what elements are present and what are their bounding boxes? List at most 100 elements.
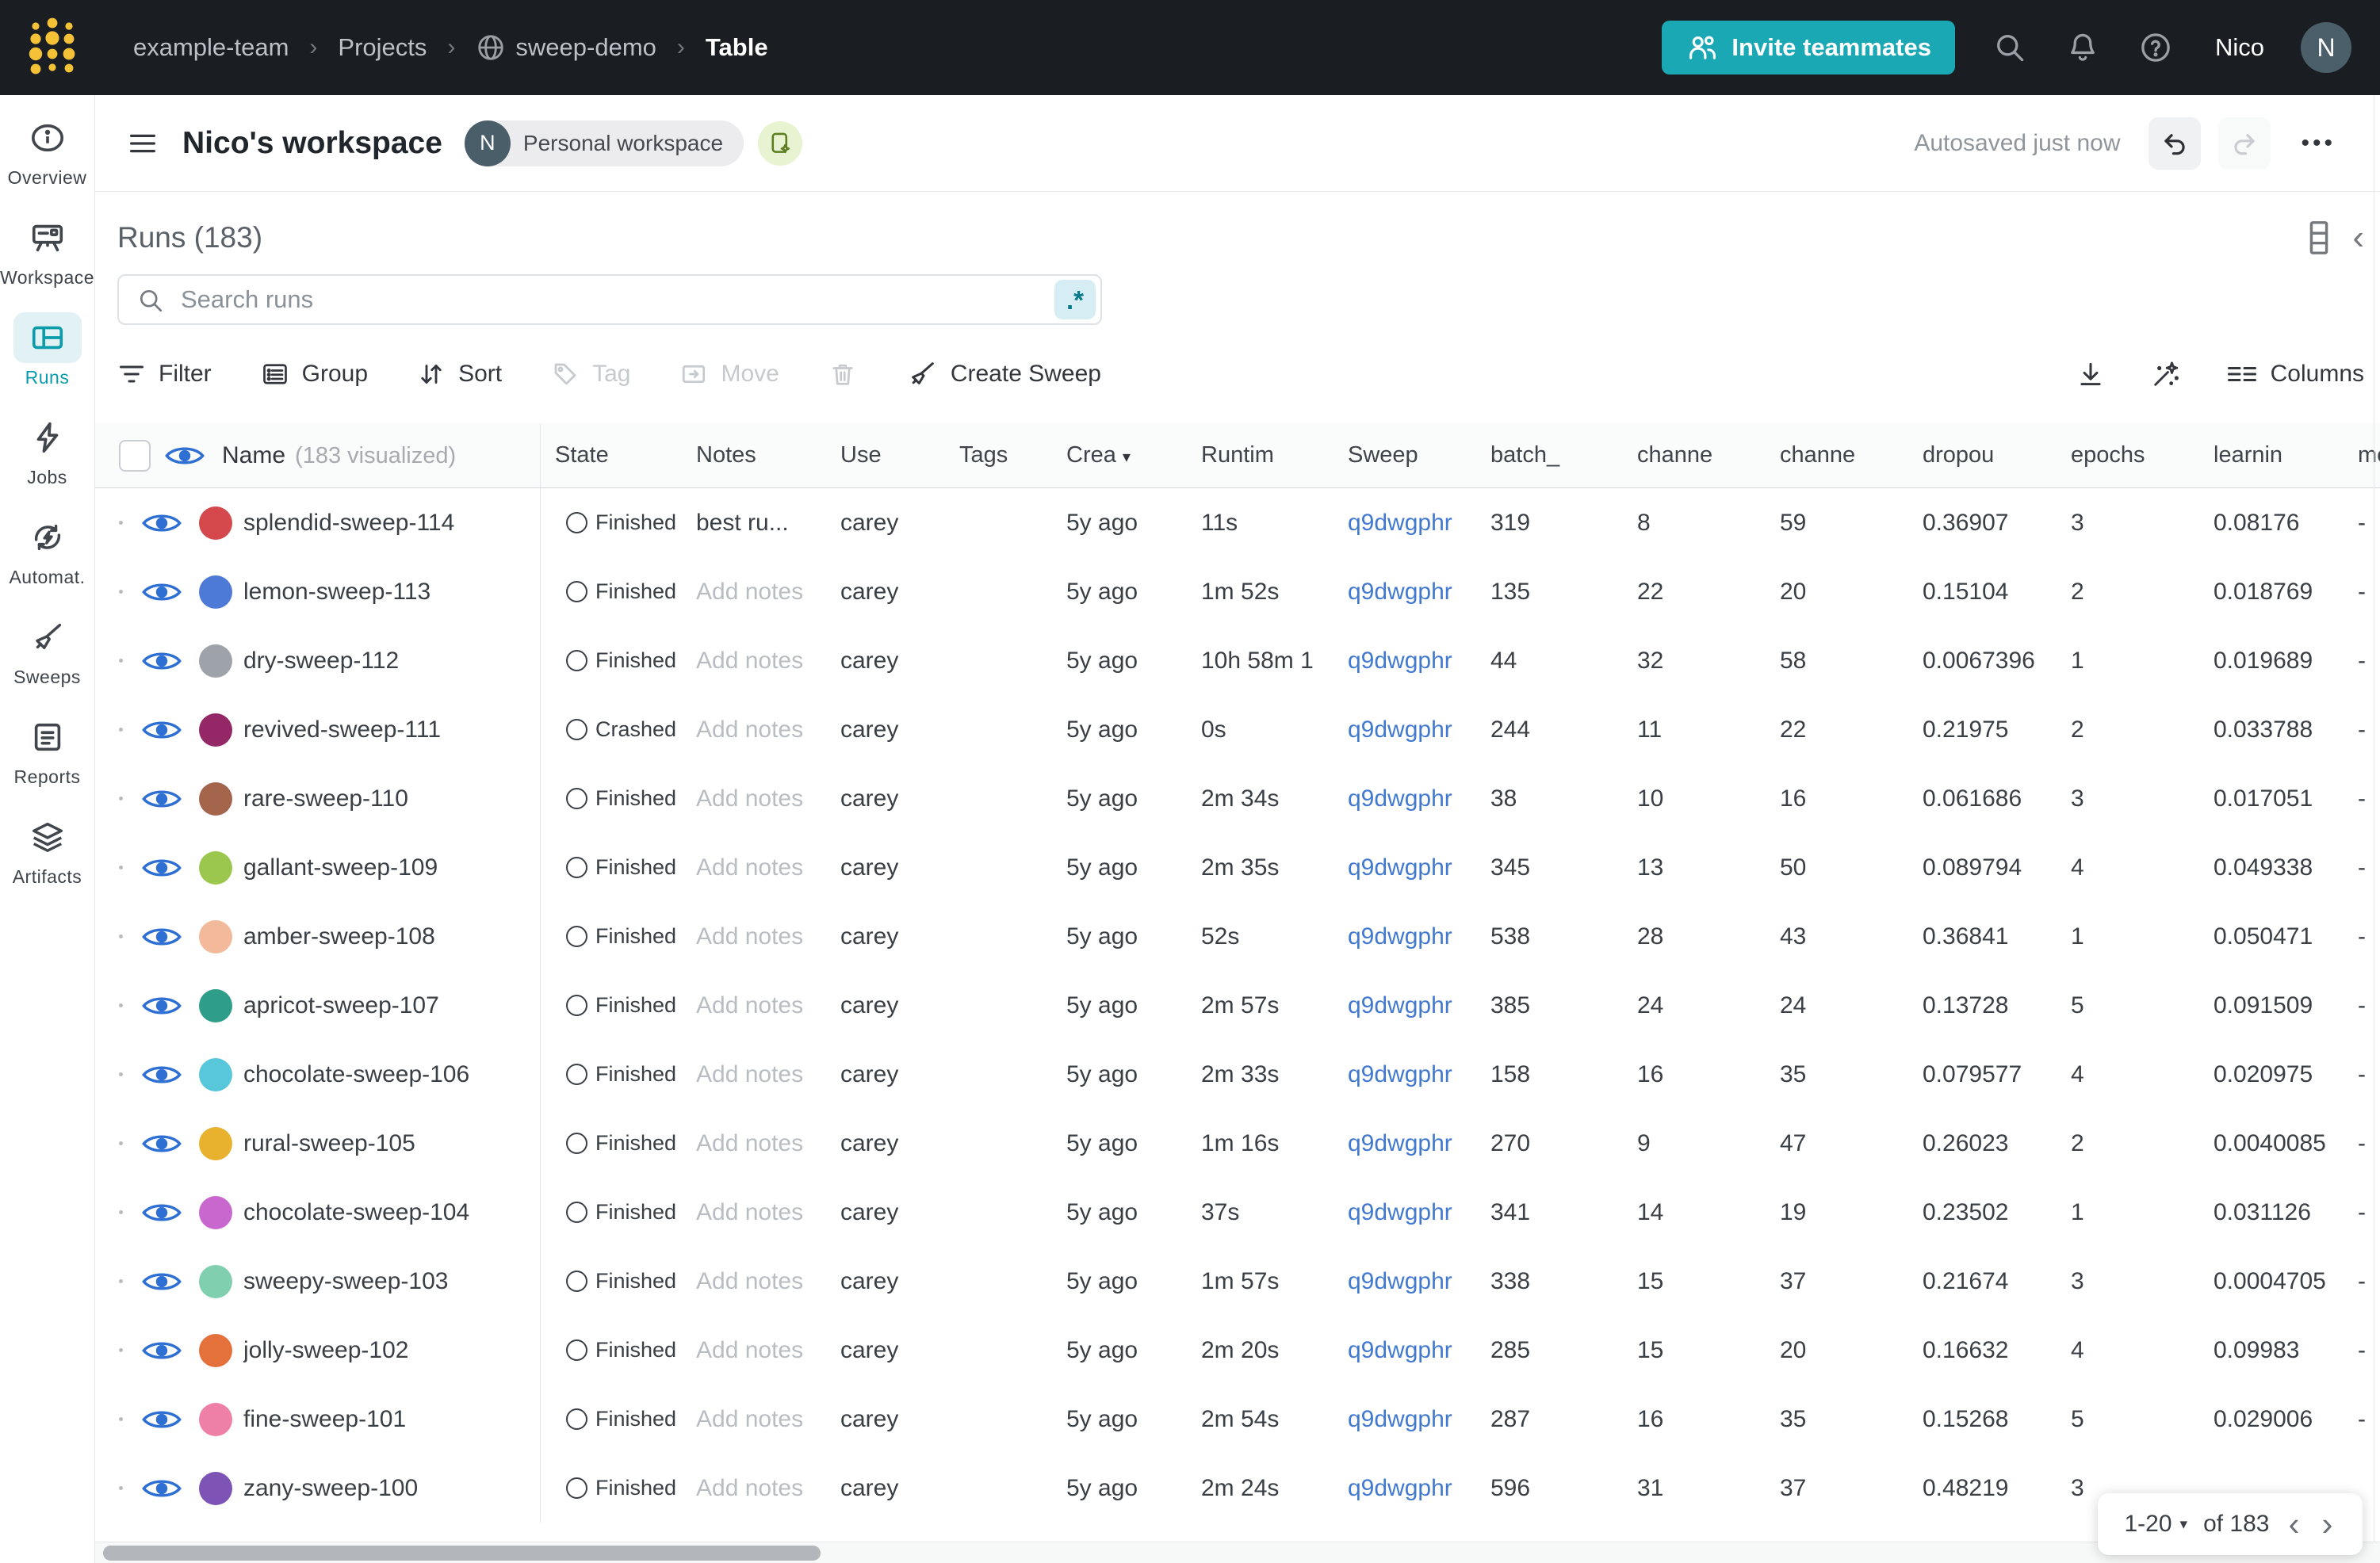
run-visibility-eye-icon[interactable]	[142, 993, 182, 1018]
group-button[interactable]: Group	[261, 360, 368, 388]
run-visibility-eye-icon[interactable]	[142, 579, 182, 605]
run-notes-cell[interactable]: Add notes	[682, 1406, 826, 1433]
export-download-button[interactable]	[2076, 359, 2106, 389]
sidebar-item-reports[interactable]: Reports	[0, 712, 94, 788]
run-visibility-eye-icon[interactable]	[142, 786, 182, 812]
row-drag-handle[interactable]	[119, 1072, 123, 1076]
row-drag-handle[interactable]	[119, 866, 123, 869]
run-color-dot[interactable]	[199, 850, 232, 885]
run-name-link[interactable]: amber-sweep-108	[243, 923, 435, 950]
sidebar-item-runs[interactable]: Runs	[0, 312, 94, 388]
user-avatar[interactable]: N	[2301, 22, 2351, 73]
personal-workspace-pill[interactable]: N Personal workspace	[464, 120, 744, 166]
wandb-logo[interactable]	[27, 13, 78, 82]
run-color-dot[interactable]	[199, 1402, 232, 1436]
sweep-link[interactable]: q9dwgphr	[1348, 1061, 1452, 1087]
run-name-link[interactable]: revived-sweep-111	[243, 717, 441, 743]
col-header-sweep[interactable]: Sweep	[1333, 442, 1476, 468]
workspace-menu-icon[interactable]	[127, 126, 162, 161]
col-header-metric[interactable]: me	[2344, 442, 2380, 468]
horizontal-scrollbar-thumb[interactable]	[103, 1546, 821, 1561]
help-icon[interactable]	[2137, 29, 2174, 66]
run-visibility-eye-icon[interactable]	[142, 1476, 182, 1501]
col-header-channels-one[interactable]: channe	[1623, 442, 1766, 468]
run-visibility-eye-icon[interactable]	[142, 1200, 182, 1225]
run-color-dot[interactable]	[199, 1264, 232, 1298]
run-notes-cell[interactable]: Add notes	[682, 1061, 826, 1088]
run-name-link[interactable]: dry-sweep-112	[243, 648, 399, 674]
run-name-link[interactable]: sweepy-sweep-103	[243, 1268, 448, 1295]
run-visibility-eye-icon[interactable]	[142, 510, 182, 536]
filter-button[interactable]: Filter	[117, 360, 212, 388]
search-icon[interactable]	[1992, 29, 2028, 66]
breadcrumb-project[interactable]: sweep-demo	[476, 32, 656, 63]
sweep-link[interactable]: q9dwgphr	[1348, 510, 1452, 536]
sweep-link[interactable]: q9dwgphr	[1348, 717, 1452, 743]
col-header-tags[interactable]: Tags	[945, 442, 1052, 468]
run-name-link[interactable]: gallant-sweep-109	[243, 854, 438, 881]
sidebar-item-workspace[interactable]: Workspace	[0, 212, 94, 289]
col-header-runtime[interactable]: Runtim	[1187, 442, 1333, 468]
notifications-bell-icon[interactable]	[2064, 29, 2101, 66]
run-visibility-eye-icon[interactable]	[142, 717, 182, 743]
run-visibility-eye-icon[interactable]	[142, 924, 182, 950]
run-name-link[interactable]: chocolate-sweep-104	[243, 1199, 469, 1226]
breadcrumb-projects[interactable]: Projects	[338, 33, 427, 62]
run-notes-cell[interactable]: Add notes	[682, 1337, 826, 1364]
run-name-link[interactable]: splendid-sweep-114	[243, 510, 454, 537]
run-color-dot[interactable]	[199, 644, 232, 678]
sidebar-item-sweeps[interactable]: Sweeps	[0, 612, 94, 688]
run-color-dot[interactable]	[199, 506, 232, 540]
run-color-dot[interactable]	[199, 919, 232, 953]
name-header-label[interactable]: Name (183 visualized)	[222, 442, 456, 469]
invite-teammates-button[interactable]: Invite teammates	[1662, 21, 1955, 75]
row-drag-handle[interactable]	[119, 934, 123, 938]
sweep-link[interactable]: q9dwgphr	[1348, 854, 1452, 881]
run-notes-cell[interactable]: Add notes	[682, 717, 826, 743]
next-page-chevron-icon[interactable]: ›	[2319, 1508, 2336, 1541]
user-name-label[interactable]: Nico	[2215, 33, 2264, 62]
run-visibility-eye-icon[interactable]	[142, 855, 182, 881]
sweep-link[interactable]: q9dwgphr	[1348, 1337, 1452, 1363]
collapse-panel-chevron-icon[interactable]: ‹	[2352, 220, 2364, 255]
visibility-eye-icon[interactable]	[165, 443, 205, 468]
run-color-dot[interactable]	[199, 1057, 232, 1091]
sweep-link[interactable]: q9dwgphr	[1348, 785, 1452, 812]
run-notes-cell[interactable]: Add notes	[682, 579, 826, 606]
run-notes-cell[interactable]: Add notes	[682, 1268, 826, 1295]
side-panel-icon[interactable]	[2305, 220, 2333, 256]
sweep-link[interactable]: q9dwgphr	[1348, 1475, 1452, 1501]
run-name-link[interactable]: zany-sweep-100	[243, 1475, 418, 1502]
columns-button[interactable]: Columns	[2226, 360, 2364, 388]
col-header-state[interactable]: State	[541, 442, 682, 468]
create-sweep-button[interactable]: Create Sweep	[906, 358, 1101, 390]
row-drag-handle[interactable]	[119, 521, 123, 525]
col-header-created[interactable]: Crea ▾	[1052, 442, 1187, 468]
run-color-dot[interactable]	[199, 988, 232, 1022]
run-notes-cell[interactable]: Add notes	[682, 854, 826, 881]
row-drag-handle[interactable]	[119, 1003, 123, 1007]
col-header-user[interactable]: Use	[826, 442, 945, 468]
run-name-link[interactable]: fine-sweep-101	[243, 1406, 406, 1433]
prev-page-chevron-icon[interactable]: ‹	[2286, 1508, 2303, 1541]
row-drag-handle[interactable]	[119, 1210, 123, 1214]
run-visibility-eye-icon[interactable]	[142, 1407, 182, 1432]
sweep-link[interactable]: q9dwgphr	[1348, 923, 1452, 950]
run-visibility-eye-icon[interactable]	[142, 1062, 182, 1087]
breadcrumb-team[interactable]: example-team	[133, 33, 289, 62]
run-color-dot[interactable]	[199, 1471, 232, 1505]
run-visibility-eye-icon[interactable]	[142, 648, 182, 674]
col-header-learning-rate[interactable]: learnin	[2199, 442, 2344, 468]
regex-toggle-button[interactable]: .*	[1054, 280, 1096, 319]
col-header-channels-two[interactable]: channe	[1766, 442, 1908, 468]
run-name-link[interactable]: jolly-sweep-102	[243, 1337, 408, 1364]
run-color-dot[interactable]	[199, 1126, 232, 1160]
run-notes-cell[interactable]: Add notes	[682, 1199, 826, 1226]
run-color-dot[interactable]	[199, 782, 232, 816]
run-name-link[interactable]: lemon-sweep-113	[243, 579, 430, 606]
row-drag-handle[interactable]	[119, 1141, 123, 1145]
sidebar-item-overview[interactable]: Overview	[0, 113, 94, 189]
run-name-link[interactable]: rural-sweep-105	[243, 1130, 415, 1157]
sort-button[interactable]: Sort	[417, 360, 502, 388]
select-all-checkbox[interactable]	[119, 439, 151, 472]
